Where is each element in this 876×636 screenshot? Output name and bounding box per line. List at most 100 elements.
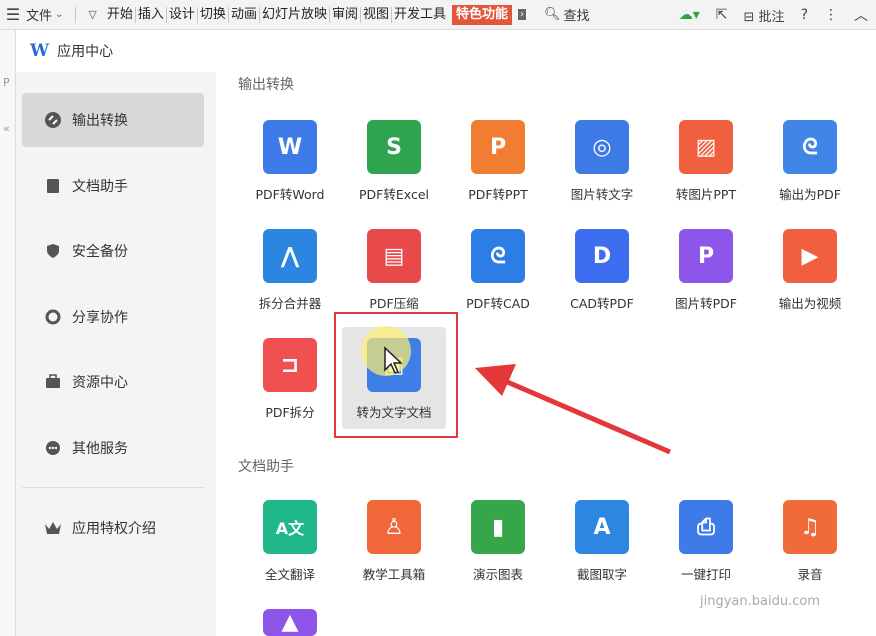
pdf-split-icon: ⊐ bbox=[263, 338, 317, 392]
cloud-sync-icon[interactable]: ☁▾ bbox=[679, 7, 700, 23]
sidebar-item-resource-center[interactable]: 资源中心 bbox=[22, 355, 204, 409]
annotate-label: 批注 bbox=[758, 9, 785, 25]
collapse-icon[interactable]: ︿ bbox=[854, 5, 868, 25]
tile-label: CAD转PDF bbox=[570, 296, 634, 311]
tile-label: 图片转文字 bbox=[570, 187, 634, 202]
help-icon[interactable]: ? bbox=[801, 7, 808, 23]
image-ppt-icon: ▨ bbox=[679, 120, 733, 174]
red-arrow-annotation bbox=[475, 364, 671, 455]
tile-label: 转图片PPT bbox=[675, 187, 737, 202]
tile-to-image-ppt[interactable]: ▨ 转图片PPT bbox=[654, 114, 758, 214]
sidebar-item-doc-assistant[interactable]: 文档助手 bbox=[22, 159, 204, 213]
menu-transition[interactable]: 切换 bbox=[198, 6, 229, 23]
separator bbox=[75, 6, 77, 23]
menu-insert[interactable]: 插入 bbox=[136, 6, 167, 23]
quick-access-icon[interactable]: ▽ bbox=[88, 8, 96, 21]
file-menu[interactable]: 文件 ⌄ bbox=[26, 5, 71, 24]
shapes-icon: ▲ bbox=[263, 609, 317, 636]
tile-screenshot-text[interactable]: A 截图取字 bbox=[550, 494, 654, 594]
tile-cad-to-pdf[interactable]: D CAD转PDF bbox=[550, 223, 654, 323]
menu-view[interactable]: 视图 bbox=[361, 6, 392, 23]
tile-full-translate[interactable]: A文全文翻译 bbox=[238, 494, 342, 594]
highlight-box bbox=[334, 312, 458, 438]
search-button[interactable]: 🔍︎ 查找 bbox=[544, 5, 590, 24]
menu-animation[interactable]: 动画 bbox=[229, 6, 260, 23]
menu-slideshow[interactable]: 幻灯片放映 bbox=[260, 6, 330, 23]
pdf-to-ppt-icon: P bbox=[471, 120, 525, 174]
tile-pdf-to-word[interactable]: W PDF转Word bbox=[238, 114, 342, 214]
annotate-button[interactable]: ⊟ 批注 bbox=[744, 6, 785, 25]
tile-export-video[interactable]: ▶ 输出为视频 bbox=[758, 223, 862, 323]
sidebar-item-share-collab[interactable]: 分享协作 bbox=[22, 290, 204, 344]
collapse-panel-icon[interactable]: « bbox=[3, 122, 10, 135]
printer-icon: ⎙ bbox=[679, 500, 733, 554]
cad-to-pdf-icon: D bbox=[575, 229, 629, 283]
pdf-to-word-icon: W bbox=[263, 120, 317, 174]
tile-pdf-compress[interactable]: ▤ PDF压缩 bbox=[342, 223, 446, 323]
tile-label: PDF转Excel bbox=[359, 187, 429, 202]
sidebar-item-privilege[interactable]: 应用特权介绍 bbox=[22, 501, 204, 555]
tile-partial[interactable]: ▲ bbox=[238, 603, 342, 636]
file-menu-label: 文件 bbox=[26, 9, 53, 24]
export-pdf-icon: ᘓ bbox=[783, 120, 837, 174]
tile-export-pdf[interactable]: ᘓ 输出为PDF bbox=[758, 114, 862, 214]
doc-icon bbox=[44, 177, 62, 195]
tile-recording[interactable]: ♫ 录音 bbox=[758, 494, 862, 594]
wps-logo-icon: W bbox=[30, 41, 50, 61]
menu-review[interactable]: 审阅 bbox=[330, 6, 361, 23]
sidebar-item-label: 其他服务 bbox=[72, 441, 128, 457]
tile-label: 输出为视频 bbox=[778, 296, 842, 311]
tile-pdf-to-ppt[interactable]: P PDF转PPT bbox=[446, 114, 550, 214]
image-to-pdf-icon: P bbox=[679, 229, 733, 283]
menu-developer[interactable]: 开发工具 bbox=[392, 7, 448, 23]
tile-label: PDF压缩 bbox=[369, 296, 419, 311]
sidebar-item-label: 资源中心 bbox=[72, 375, 128, 391]
tile-label: 图片转PDF bbox=[675, 296, 737, 311]
tile-label: PDF转PPT bbox=[468, 187, 528, 202]
translate-icon: A文 bbox=[263, 500, 317, 554]
tile-split-merge[interactable]: ⋀ 拆分合并器 bbox=[238, 223, 342, 323]
tile-label: 教学工具箱 bbox=[362, 567, 426, 582]
tile-label: PDF转CAD bbox=[466, 296, 530, 311]
menu-special-features[interactable]: 特色功能 bbox=[452, 4, 513, 25]
section-title-output: 输出转换 bbox=[238, 77, 294, 93]
more-tabs-icon[interactable]: › bbox=[518, 9, 527, 20]
microphone-icon: ♫ bbox=[783, 500, 837, 554]
sidebar-item-label: 分享协作 bbox=[72, 310, 128, 326]
tile-presentation-chart[interactable]: ▮ 演示图表 bbox=[446, 494, 550, 594]
sidebar-item-label: 安全备份 bbox=[72, 244, 128, 260]
share-icon[interactable]: ⇱ bbox=[716, 7, 728, 23]
tile-label: 输出为PDF bbox=[779, 187, 841, 202]
search-label: 查找 bbox=[563, 9, 590, 24]
tile-pdf-split[interactable]: ⊐ PDF拆分 bbox=[238, 332, 342, 432]
tile-pdf-to-cad[interactable]: ᘓ PDF转CAD bbox=[446, 223, 550, 323]
convert-icon bbox=[44, 111, 62, 129]
menubar-right: ☁▾ ⇱ ⊟ 批注 ? ⋮ ︿ bbox=[679, 0, 868, 30]
tile-label: 截图取字 bbox=[576, 567, 627, 582]
sidebar-item-label: 输出转换 bbox=[72, 113, 128, 129]
annotate-icon: ⊟ bbox=[743, 9, 755, 25]
tile-image-to-text[interactable]: ◎ 图片转文字 bbox=[550, 114, 654, 214]
sidebar-item-output-convert[interactable]: 输出转换 bbox=[22, 93, 204, 147]
more-options-icon[interactable]: ⋮ bbox=[824, 7, 838, 23]
tile-label: 拆分合并器 bbox=[258, 296, 322, 311]
screenshot-text-icon: A bbox=[575, 500, 629, 554]
menu-bar: ☰ 文件 ⌄ ▽ 开始 插入 设计 切换 动画 幻灯片放映 审阅 视图 开发工具 … bbox=[0, 0, 876, 30]
tile-one-click-print[interactable]: ⎙ 一键打印 bbox=[654, 494, 758, 594]
tile-label: 录音 bbox=[797, 567, 823, 582]
menu-start[interactable]: 开始 bbox=[105, 6, 136, 23]
menu-design[interactable]: 设计 bbox=[167, 6, 198, 23]
hamburger-icon[interactable]: ☰ bbox=[0, 5, 26, 24]
split-merge-icon: ⋀ bbox=[263, 229, 317, 283]
sidebar-item-other-services[interactable]: 其他服务 bbox=[22, 421, 204, 475]
tile-label: PDF拆分 bbox=[265, 405, 315, 420]
sidebar-item-security-backup[interactable]: 安全备份 bbox=[22, 224, 204, 278]
tile-label: 全文翻译 bbox=[264, 567, 315, 582]
search-icon: 🔍︎ bbox=[544, 7, 561, 22]
tile-label: PDF转Word bbox=[255, 187, 325, 202]
tile-image-to-pdf[interactable]: P 图片转PDF bbox=[654, 223, 758, 323]
watermark: jingyan.baidu.com bbox=[700, 594, 820, 609]
tile-teaching-toolbox[interactable]: ♙ 教学工具箱 bbox=[342, 494, 446, 594]
dialog-header: W 应用中心 bbox=[16, 30, 876, 72]
tile-pdf-to-excel[interactable]: S PDF转Excel bbox=[342, 114, 446, 214]
